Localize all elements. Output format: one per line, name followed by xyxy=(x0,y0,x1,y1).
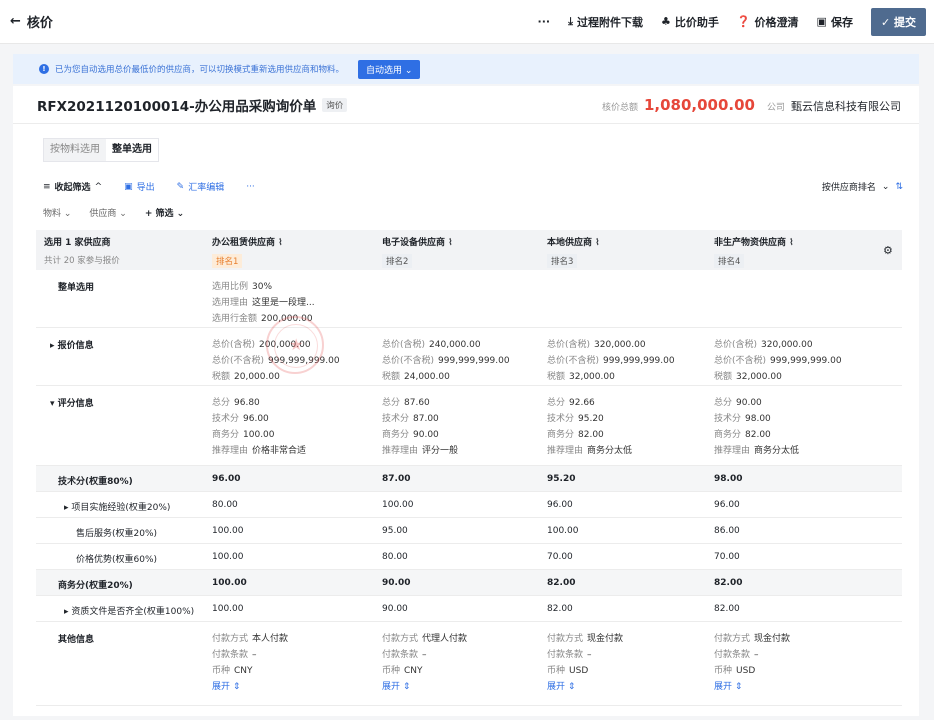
save-button[interactable]: ▣ 保存 xyxy=(817,14,853,30)
settings-icon[interactable]: ⚙ xyxy=(883,244,893,257)
attachment-icon: ⌇ xyxy=(595,238,600,248)
selection-mode-tabs: 按物料选用 整单选用 xyxy=(43,138,159,162)
page-title: RFX2021120100014-办公用品采购询价单 xyxy=(37,98,317,115)
table-header: 选用 1 家供应商 共计 20 家参与报价 办公租赁供应商 ⌇ 排名1 电子设备供应… xyxy=(36,230,902,270)
edit-icon: ✎ xyxy=(176,181,185,192)
help-icon: ❓ xyxy=(736,15,751,28)
toolbar: ≡ 收起筛选 ^ ▣ 导出 ✎ 汇率编辑 ··· 按供应商排名 ⌄ ⇅ xyxy=(43,180,903,194)
page-header: RFX2021120100014-办公用品采购询价单 询价 核价总额 1,080… xyxy=(13,86,919,124)
other-info-row: 其他信息 付款方式 本人付款 付款条款 – 币种 CNY 展开 ⇕ 付款方式 代理人付款 付款条… xyxy=(36,622,902,706)
download-button[interactable]: ⤓ 过程附件下载 xyxy=(568,14,643,30)
sort-dropdown[interactable]: 按供应商排名 ⌄ ⇅ xyxy=(822,180,903,194)
main-card: RFX2021120100014-办公用品采购询价单 询价 核价总额 1,080… xyxy=(13,86,919,716)
selected-stamp-icon: ★ xyxy=(266,316,324,374)
company-name: 甄云信息科技有限公司 xyxy=(791,99,901,113)
auto-select-dropdown[interactable]: 自动选用 ⌄ xyxy=(358,59,421,79)
score-subrow: 商务分(权重20%) 100.00 90.00 82.00 82.00 xyxy=(36,570,902,596)
check-icon: ✓ xyxy=(880,15,894,29)
supplier-filter[interactable]: 供应商 ⌄ xyxy=(89,206,126,219)
collapse-filter-button[interactable]: ≡ 收起筛选 ^ xyxy=(43,180,103,194)
tab-by-order[interactable]: 整单选用 xyxy=(106,139,158,161)
top-bar: ← 核价 ··· ⤓ 过程附件下载 ♣ 比价助手 ❓ 价格澄清 ▣ 保存 ✓ 提交 xyxy=(0,0,934,44)
info-icon: ! xyxy=(39,64,49,74)
caret-right-icon: ▸ xyxy=(50,341,58,351)
toolbar-more-button[interactable]: ··· xyxy=(246,182,255,192)
compare-button[interactable]: ♣ 比价助手 xyxy=(661,14,719,30)
quote-info-row: ▸ 报价信息 总价(含税) 200,000.00 总价(不含税) 999,999,99… xyxy=(36,328,902,386)
auto-select-notice: ! 已为您自动选用总价最低价的供应商，可以切换模式重新选用供应商和物料。 自动选… xyxy=(13,54,919,84)
arrow-left-icon: ← xyxy=(10,14,21,29)
whole-select-row: 整单选用 选用比例 30% 选用理由 这里是一段理... 选用行金额 200,000.… xyxy=(36,270,902,328)
rank-badge: 排名2 xyxy=(382,254,413,268)
supplier-column[interactable]: 本地供应商 ⌇ 排名3 xyxy=(547,235,600,268)
attachment-icon: ⌇ xyxy=(789,238,794,248)
supplier-column[interactable]: 非生产物资供应商 ⌇ 排名4 xyxy=(714,235,794,268)
back-button[interactable]: ← 核价 xyxy=(10,12,53,31)
clarify-button[interactable]: ❓ 价格澄清 xyxy=(737,14,799,30)
item-filter[interactable]: 物料 ⌄ xyxy=(43,206,71,219)
more-button[interactable]: ··· xyxy=(538,15,551,28)
score-info-row: ▾ 评分信息 总分 96.80 技术分 96.00 商务分 100.00 推荐理由 价格非常合… xyxy=(36,386,902,466)
score-subrow: ▸ 资质文件是否齐全(权重100%) 100.00 90.00 82.00 82.00 xyxy=(36,596,902,622)
expand-quote-toggle[interactable]: ▸ 报价信息 xyxy=(50,338,94,351)
sort-icon: ⇅ xyxy=(895,181,903,192)
expand-link[interactable]: 展开 ⇕ xyxy=(212,679,288,695)
export-icon: ▣ xyxy=(124,181,133,192)
expand-link[interactable]: 展开 ⇕ xyxy=(547,679,623,695)
people-icon: ♣ xyxy=(660,15,671,28)
attachment-icon: ⌇ xyxy=(278,238,283,248)
export-button[interactable]: ▣ 导出 xyxy=(124,180,155,194)
chevron-up-icon: ^ xyxy=(94,181,103,192)
chevron-down-icon: ⌄ xyxy=(881,181,890,192)
expand-subrow-toggle[interactable]: ▸ 资质文件是否齐全(权重100%) xyxy=(64,604,194,617)
score-subrow: ▸ 项目实施经验(权重20%) 80.00 100.00 96.00 96.00 xyxy=(36,492,902,518)
supplier-column[interactable]: 电子设备供应商 ⌇ 排名2 xyxy=(382,235,453,268)
type-tag: 询价 xyxy=(322,97,348,112)
rank-badge: 排名1 xyxy=(212,254,243,268)
collapse-score-toggle[interactable]: ▾ 评分信息 xyxy=(50,396,94,409)
tab-by-item[interactable]: 按物料选用 xyxy=(44,139,106,161)
score-subrow: 售后服务(权重20%) 100.00 95.00 100.00 86.00 xyxy=(36,518,902,544)
total-amount: 1,080,000.00 xyxy=(643,95,755,114)
compare-table: 选用 1 家供应商 共计 20 家参与报价 办公租赁供应商 ⌇ 排名1 电子设备供应… xyxy=(36,230,902,706)
save-icon: ▣ xyxy=(816,15,827,28)
expand-link[interactable]: 展开 ⇕ xyxy=(714,679,790,695)
supplier-column[interactable]: 办公租赁供应商 ⌇ 排名1 xyxy=(212,235,283,268)
submit-button[interactable]: ✓ 提交 xyxy=(870,7,926,36)
expand-link[interactable]: 展开 ⇕ xyxy=(382,679,467,695)
caret-down-icon: ▾ xyxy=(50,399,58,409)
add-filter-button[interactable]: + 筛选 ⌄ xyxy=(145,206,184,219)
score-subrow: 价格优势(权重60%) 100.00 80.00 70.00 70.00 xyxy=(36,544,902,570)
score-subrow: 技术分(权重80%) 96.00 87.00 95.20 98.00 xyxy=(36,466,902,492)
rank-badge: 排名3 xyxy=(547,254,578,268)
expand-subrow-toggle[interactable]: ▸ 项目实施经验(权重20%) xyxy=(64,500,170,513)
rate-edit-button[interactable]: ✎ 汇率编辑 xyxy=(176,180,225,194)
filter-bar: 物料 ⌄ 供应商 ⌄ + 筛选 ⌄ xyxy=(43,206,184,219)
rank-badge: 排名4 xyxy=(714,254,745,268)
download-icon: ⤓ xyxy=(568,14,573,28)
filter-icon: ≡ xyxy=(43,181,51,192)
attachment-icon: ⌇ xyxy=(448,238,453,248)
plus-icon: + xyxy=(144,209,156,219)
